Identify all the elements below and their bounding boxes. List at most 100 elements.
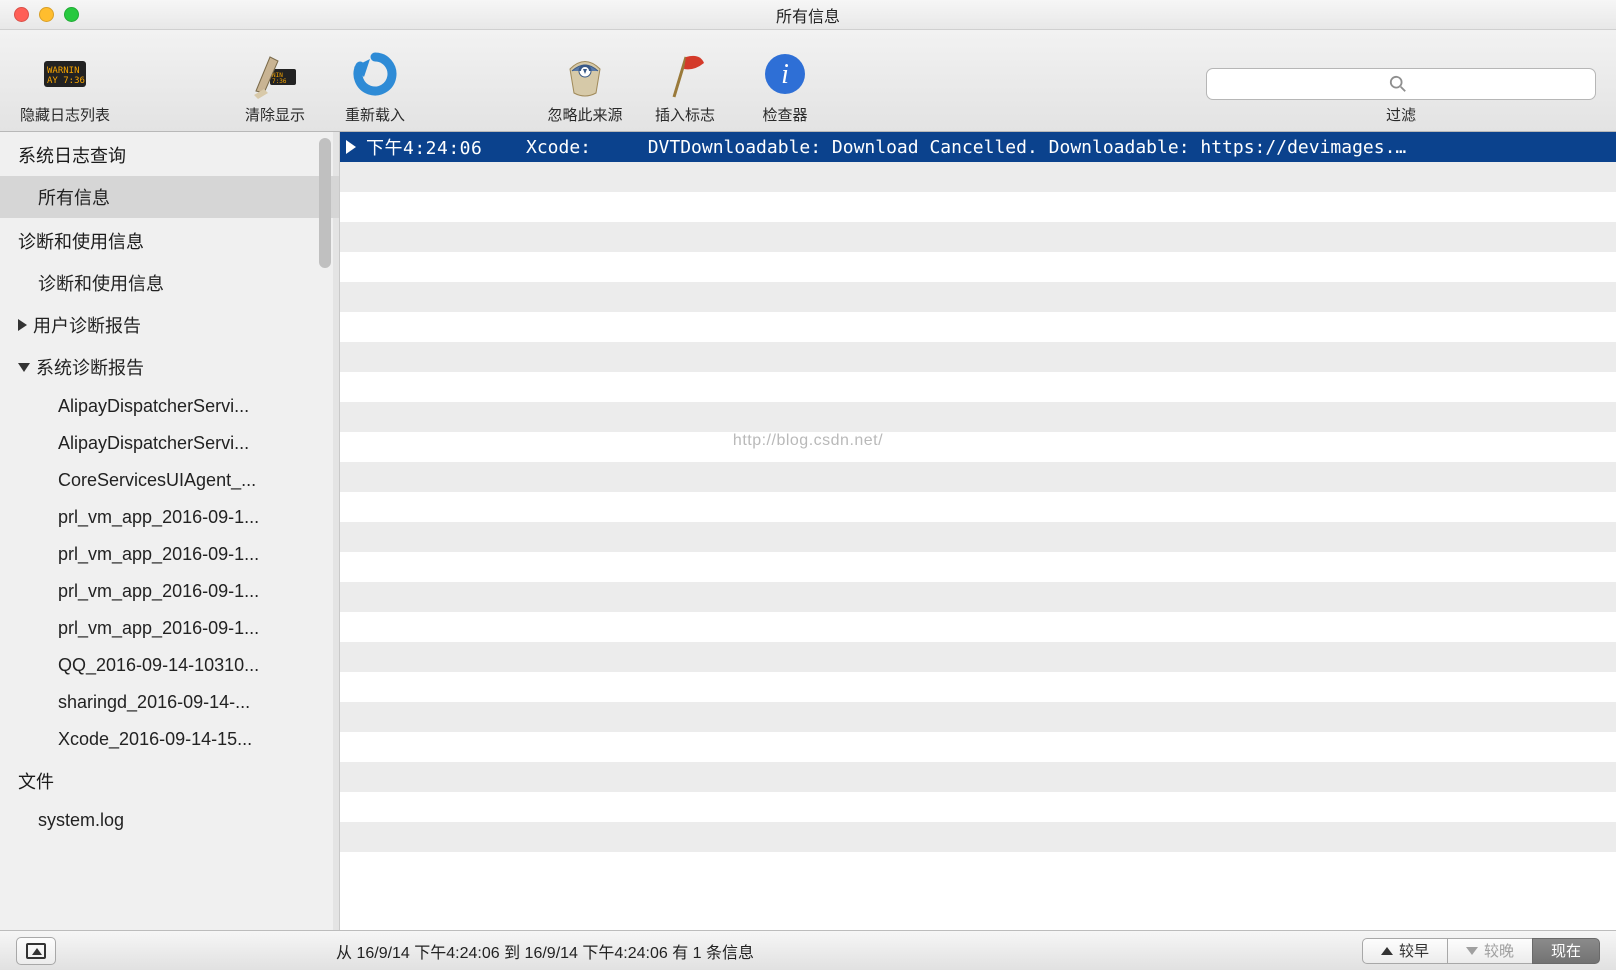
reload-icon <box>349 48 401 100</box>
log-row-empty <box>340 642 1616 672</box>
now-label: 现在 <box>1551 940 1581 961</box>
log-row-empty <box>340 552 1616 582</box>
clear-display-button[interactable]: NIN7:36 清除显示 <box>230 48 320 125</box>
log-row-empty <box>340 492 1616 522</box>
triangle-up-icon <box>1381 947 1393 955</box>
log-board-icon: WARNINAY 7:36 <box>39 48 91 100</box>
reload-button[interactable]: 重新载入 <box>330 48 420 125</box>
broom-icon: NIN7:36 <box>249 48 301 100</box>
window-title: 所有信息 <box>0 3 1616 27</box>
log-row-empty <box>340 462 1616 492</box>
ignore-source-label: 忽略此来源 <box>548 104 623 125</box>
sidebar-subitem[interactable]: AlipayDispatcherServi... <box>0 425 320 462</box>
log-row-empty <box>340 702 1616 732</box>
sidebar-subitem[interactable]: prl_vm_app_2016-09-1... <box>0 573 320 610</box>
sidebar-item[interactable]: system.log <box>0 802 339 839</box>
sidebar-group-header: 诊断和使用信息 <box>0 218 339 262</box>
sidebar-subitem[interactable]: sharingd_2016-09-14-... <box>0 684 320 721</box>
sidebar-subitem[interactable]: QQ_2016-09-14-10310... <box>0 647 320 684</box>
later-label: 较晚 <box>1484 940 1514 961</box>
svg-text:i: i <box>781 59 789 90</box>
ignore-source-button[interactable]: 忽略此来源 <box>540 48 630 125</box>
reload-label: 重新载入 <box>345 104 405 125</box>
log-row-empty <box>340 852 1616 882</box>
insert-marker-label: 插入标志 <box>655 104 715 125</box>
window-controls <box>0 7 79 22</box>
log-row-empty <box>340 672 1616 702</box>
sidebar[interactable]: 系统日志查询所有信息诊断和使用信息诊断和使用信息用户诊断报告系统诊断报告Alip… <box>0 132 340 930</box>
log-row-empty <box>340 342 1616 372</box>
time-nav-segment: 较早 较晚 现在 <box>1362 938 1600 964</box>
now-button[interactable]: 现在 <box>1532 938 1600 964</box>
sidebar-item[interactable]: 用户诊断报告 <box>0 304 339 346</box>
log-row-empty <box>340 822 1616 852</box>
sidebar-item-label: 用户诊断报告 <box>33 312 141 338</box>
log-row-empty <box>340 522 1616 552</box>
sidebar-subitem[interactable]: prl_vm_app_2016-09-1... <box>0 610 320 647</box>
inspector-label: 检查器 <box>763 104 808 125</box>
sidebar-subitem[interactable]: CoreServicesUIAgent_... <box>0 462 320 499</box>
sidebar-subitem[interactable]: Xcode_2016-09-14-15... <box>0 721 320 758</box>
chevron-right-icon[interactable] <box>18 319 27 331</box>
search-icon <box>1389 75 1407 93</box>
disclosure-right-icon[interactable] <box>346 140 356 154</box>
zoom-window-button[interactable] <box>64 7 79 22</box>
inspector-button[interactable]: i 检查器 <box>740 48 830 125</box>
log-row-empty <box>340 192 1616 222</box>
svg-text:WARNIN: WARNIN <box>47 66 80 76</box>
hide-log-list-label: 隐藏日志列表 <box>20 104 110 125</box>
hide-log-list-button[interactable]: WARNINAY 7:36 隐藏日志列表 <box>20 48 110 125</box>
sidebar-item[interactable]: 系统诊断报告 <box>0 346 339 388</box>
filter-label: 过滤 <box>1386 104 1416 125</box>
minimize-window-button[interactable] <box>39 7 54 22</box>
sidebar-item-label: 所有信息 <box>38 184 110 210</box>
log-row-empty <box>340 312 1616 342</box>
log-timestamp: 下午4:24:06 <box>366 134 526 160</box>
statusbar: 从 16/9/14 下午4:24:06 到 16/9/14 下午4:24:06 … <box>0 930 1616 970</box>
later-button[interactable]: 较晚 <box>1447 938 1533 964</box>
clear-display-label: 清除显示 <box>245 104 305 125</box>
sidebar-item-label: 诊断和使用信息 <box>38 270 164 296</box>
log-row-empty <box>340 432 1616 462</box>
status-range-text: 从 16/9/14 下午4:24:06 到 16/9/14 下午4:24:06 … <box>336 939 754 963</box>
log-row-empty <box>340 372 1616 402</box>
log-rows[interactable]: 下午4:24:06Xcode: DVTDownloadable: Downloa… <box>340 132 1616 930</box>
sidebar-subitem[interactable]: AlipayDispatcherServi... <box>0 388 320 425</box>
show-preview-button[interactable] <box>16 937 56 965</box>
log-message: DVTDownloadable: Download Cancelled. Dow… <box>648 137 1407 158</box>
sidebar-item[interactable]: 诊断和使用信息 <box>0 262 339 304</box>
sidebar-subitem[interactable]: prl_vm_app_2016-09-1... <box>0 499 320 536</box>
content-area: 系统日志查询所有信息诊断和使用信息诊断和使用信息用户诊断报告系统诊断报告Alip… <box>0 132 1616 930</box>
triangle-down-icon <box>1466 947 1478 955</box>
log-row-empty <box>340 222 1616 252</box>
log-row-empty <box>340 582 1616 612</box>
titlebar: 所有信息 <box>0 0 1616 30</box>
log-row-empty <box>340 792 1616 822</box>
sidebar-item[interactable]: 所有信息 <box>0 176 339 218</box>
insert-marker-button[interactable]: 插入标志 <box>640 48 730 125</box>
log-row-empty <box>340 282 1616 312</box>
earlier-button[interactable]: 较早 <box>1362 938 1448 964</box>
toolbar: WARNINAY 7:36 隐藏日志列表 NIN7:36 清除显示 重新载入 忽… <box>0 30 1616 132</box>
log-panel: 下午4:24:06Xcode: DVTDownloadable: Downloa… <box>340 132 1616 930</box>
filter-group: 过滤 <box>1206 68 1596 125</box>
sidebar-item-label: system.log <box>38 810 124 831</box>
chevron-down-icon[interactable] <box>18 363 30 372</box>
log-row-empty <box>340 612 1616 642</box>
earlier-label: 较早 <box>1399 940 1429 961</box>
sidebar-subitem[interactable]: prl_vm_app_2016-09-1... <box>0 536 320 573</box>
log-row-empty <box>340 162 1616 192</box>
trash-icon <box>559 48 611 100</box>
sidebar-group-header: 系统日志查询 <box>0 132 339 176</box>
preview-icon <box>26 943 46 959</box>
log-row-empty <box>340 732 1616 762</box>
log-row-empty <box>340 252 1616 282</box>
sidebar-item-label: 系统诊断报告 <box>36 354 144 380</box>
filter-input[interactable] <box>1206 68 1596 100</box>
svg-text:7:36: 7:36 <box>272 78 287 85</box>
sidebar-scrollbar-thumb[interactable] <box>319 138 331 268</box>
flag-icon <box>659 48 711 100</box>
log-row-empty <box>340 762 1616 792</box>
log-row[interactable]: 下午4:24:06Xcode: DVTDownloadable: Downloa… <box>340 132 1616 162</box>
close-window-button[interactable] <box>14 7 29 22</box>
